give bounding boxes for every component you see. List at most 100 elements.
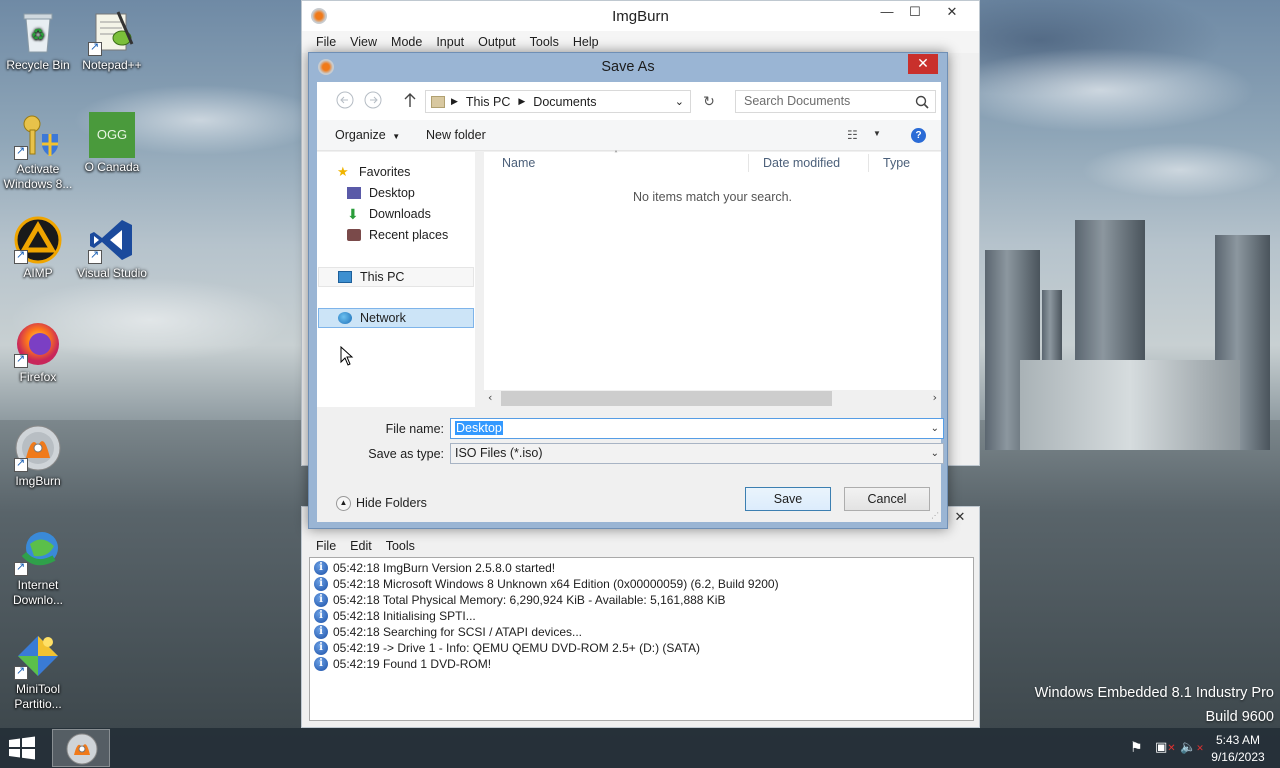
nav-recent-places[interactable]: Recent places bbox=[347, 225, 448, 245]
desktop-icon-firefox[interactable]: Firefox bbox=[0, 320, 76, 385]
clock-date[interactable]: 9/16/2023 bbox=[1206, 750, 1270, 764]
up-button[interactable] bbox=[399, 91, 421, 111]
idm-globe-icon bbox=[14, 528, 62, 576]
menu-input[interactable]: Input bbox=[436, 35, 464, 49]
new-folder-button[interactable]: New folder bbox=[426, 128, 486, 142]
recent-places-icon bbox=[347, 229, 361, 241]
nav-favorites[interactable]: ★ Favorites bbox=[337, 162, 410, 182]
address-bar[interactable]: ▶ This PC ▶ Documents ⌄ bbox=[425, 90, 691, 113]
scroll-left-icon[interactable]: ‹ bbox=[488, 391, 492, 404]
taskbar-imgburn-button[interactable] bbox=[52, 729, 110, 767]
forward-button[interactable] bbox=[362, 91, 384, 111]
shortcut-arrow-icon bbox=[14, 560, 28, 576]
desktop-icon-imgburn[interactable]: ImgBurn bbox=[0, 424, 76, 489]
info-icon: i bbox=[314, 577, 328, 591]
dialog-titlebar: Save As ✕ bbox=[309, 53, 947, 81]
desktop-icon-activate-windows[interactable]: Activate Windows 8... bbox=[0, 112, 76, 192]
shortcut-arrow-icon bbox=[14, 144, 28, 160]
refresh-button[interactable]: ↻ bbox=[699, 92, 719, 112]
minitool-icon bbox=[14, 632, 62, 680]
nav-downloads[interactable]: ⬇ Downloads bbox=[347, 204, 431, 224]
forward-arrow-icon bbox=[364, 91, 382, 109]
log-text: 05:42:19 Found 1 DVD-ROM! bbox=[333, 657, 492, 671]
network-globe-icon bbox=[338, 312, 352, 324]
organize-button[interactable]: Organize ▼ bbox=[335, 128, 400, 142]
info-icon: i bbox=[314, 657, 328, 671]
menu-file[interactable]: File bbox=[316, 35, 336, 49]
desktop-icon-label: Recycle Bin bbox=[6, 58, 70, 72]
desktop-icon-notepad-plus-plus[interactable]: Notepad++ bbox=[74, 8, 150, 73]
log-menu-tools[interactable]: Tools bbox=[386, 539, 415, 553]
scrollbar-thumb[interactable] bbox=[501, 391, 832, 406]
hide-folders-button[interactable]: ▲ Hide Folders bbox=[336, 493, 427, 513]
log-text: 05:42:18 Microsoft Windows 8 Unknown x64… bbox=[333, 577, 779, 591]
address-dropdown-icon[interactable]: ⌄ bbox=[675, 95, 684, 108]
dialog-close-button[interactable]: ✕ bbox=[908, 54, 938, 74]
menu-output[interactable]: Output bbox=[478, 35, 516, 49]
up-arrow-icon bbox=[404, 93, 416, 107]
desktop-icon-recycle-bin[interactable]: ♻ Recycle Bin bbox=[0, 8, 76, 73]
desktop-icon-label: MiniTool Partitio... bbox=[14, 682, 62, 711]
shortcut-arrow-icon bbox=[14, 664, 28, 680]
shortcut-arrow-icon bbox=[88, 248, 102, 264]
ogg-text: OGG bbox=[96, 127, 128, 142]
save-as-type-select[interactable]: ISO Files (*.iso) ⌄ bbox=[450, 443, 944, 464]
maximize-button[interactable]: ☐ bbox=[901, 1, 929, 23]
desktop-icon-internet-download-manager[interactable]: Internet Downlo... bbox=[0, 528, 76, 608]
file-list-pane[interactable]: ˄ Name Date modified Type No items match… bbox=[484, 150, 941, 407]
save-button[interactable]: Save bbox=[745, 487, 831, 511]
log-menu-edit[interactable]: Edit bbox=[350, 539, 372, 553]
menu-tools[interactable]: Tools bbox=[530, 35, 559, 49]
view-options-icon[interactable]: ☷ bbox=[847, 128, 858, 142]
desktop-icon-label: Internet Downlo... bbox=[12, 578, 64, 607]
shortcut-arrow-icon bbox=[14, 352, 28, 368]
desktop-icon-aimp[interactable]: AIMP bbox=[0, 216, 76, 281]
resize-grip-icon[interactable]: ⋰ bbox=[931, 511, 939, 520]
nav-this-pc[interactable]: This PC bbox=[318, 267, 474, 287]
close-button[interactable]: ✕ bbox=[933, 1, 971, 23]
minimize-button[interactable]: — bbox=[873, 1, 901, 23]
info-icon: i bbox=[314, 641, 328, 655]
start-button[interactable] bbox=[8, 736, 38, 760]
log-text: 05:42:18 ImgBurn Version 2.5.8.0 started… bbox=[333, 561, 556, 575]
file-name-field[interactable]: Desktop ⌄ bbox=[450, 418, 944, 439]
help-icon[interactable]: ? bbox=[911, 128, 926, 143]
search-input[interactable]: Search Documents bbox=[735, 90, 936, 113]
column-name[interactable]: Name bbox=[502, 152, 535, 174]
desktop-icon-minitool-partition[interactable]: MiniTool Partitio... bbox=[0, 632, 76, 712]
desktop-icon-o-canada[interactable]: OGG O Canada bbox=[74, 112, 150, 175]
log-line: i 05:42:18 Total Physical Memory: 6,290,9… bbox=[310, 592, 973, 608]
action-center-flag-icon[interactable]: ⚑ bbox=[1130, 740, 1143, 756]
menu-help[interactable]: Help bbox=[573, 35, 599, 49]
log-menu-file[interactable]: File bbox=[316, 539, 336, 553]
command-bar: Organize ▼ New folder ☷ ▼ ? bbox=[317, 120, 941, 151]
computer-icon bbox=[338, 271, 352, 283]
cancel-button[interactable]: Cancel bbox=[844, 487, 930, 511]
log-line: i 05:42:19 -> Drive 1 - Info: QEMU QEMU D… bbox=[310, 640, 973, 656]
download-arrow-icon: ⬇ bbox=[347, 206, 359, 222]
horizontal-scrollbar[interactable]: ‹ › bbox=[484, 390, 941, 407]
scroll-right-icon[interactable]: › bbox=[933, 391, 937, 404]
column-type[interactable]: Type bbox=[883, 152, 910, 174]
clock-time[interactable]: 5:43 AM bbox=[1206, 733, 1270, 747]
chevron-down-icon[interactable]: ⌄ bbox=[931, 444, 939, 463]
column-date-modified[interactable]: Date modified bbox=[763, 152, 840, 174]
breadcrumb-this-pc[interactable]: This PC bbox=[466, 95, 510, 109]
log-close-button[interactable]: ✕ bbox=[949, 507, 971, 529]
log-list[interactable]: i 05:42:18 ImgBurn Version 2.5.8.0 starte… bbox=[309, 557, 974, 721]
volume-muted-icon[interactable]: 🔈✕ bbox=[1180, 740, 1204, 755]
back-button[interactable] bbox=[334, 91, 356, 111]
nav-desktop[interactable]: Desktop bbox=[347, 183, 415, 203]
menu-mode[interactable]: Mode bbox=[391, 35, 422, 49]
file-name-value: Desktop bbox=[455, 421, 503, 435]
desktop-icon-visual-studio[interactable]: Visual Studio bbox=[74, 216, 150, 281]
chevron-down-icon[interactable]: ⌄ bbox=[931, 419, 939, 438]
nav-network[interactable]: Network bbox=[318, 308, 474, 328]
view-dropdown-icon[interactable]: ▼ bbox=[873, 129, 881, 138]
empty-message: No items match your search. bbox=[632, 190, 793, 204]
menu-view[interactable]: View bbox=[350, 35, 377, 49]
breadcrumb-documents[interactable]: Documents bbox=[533, 95, 596, 109]
network-status-icon[interactable]: ▣✕ bbox=[1155, 740, 1176, 755]
log-line: i 05:42:18 Initialising SPTI... bbox=[310, 608, 973, 624]
folder-icon bbox=[431, 95, 445, 108]
